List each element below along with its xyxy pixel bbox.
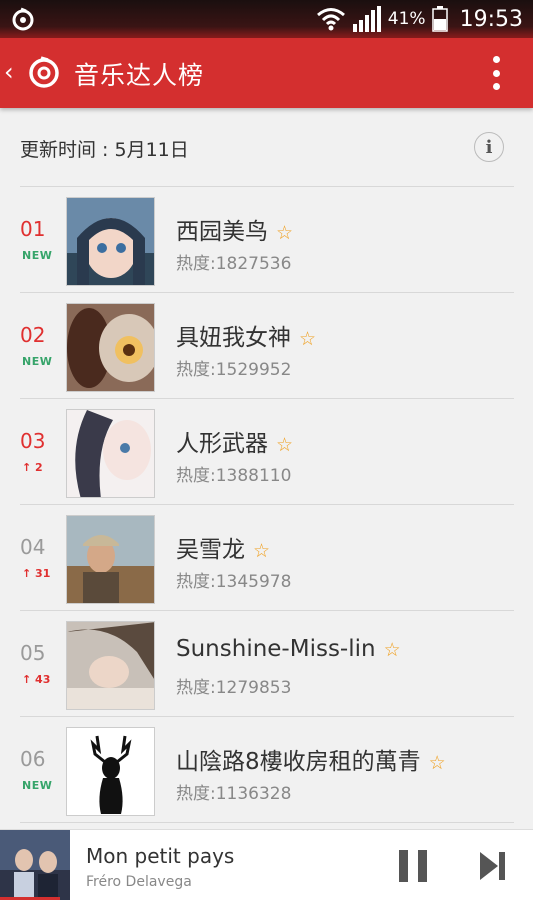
album-cover[interactable] <box>0 830 70 900</box>
heat-value: 热度:1279853 <box>176 678 292 698</box>
list-item[interactable]: 05 ↑ 43 Sunshine-Miss-lin ☆ 热度:1279853 <box>20 611 514 717</box>
next-track-icon[interactable] <box>480 852 506 880</box>
avatar <box>66 727 155 816</box>
user-name[interactable]: 吴雪龙 ☆ <box>176 530 270 564</box>
heat-value: 热度:1136328 <box>176 784 292 804</box>
wifi-icon <box>316 8 345 31</box>
battery-icon <box>431 6 448 32</box>
heat-value: 热度:1529952 <box>176 360 292 380</box>
heat-value: 热度:1827536 <box>176 254 292 274</box>
rank-number: 04 <box>20 535 46 559</box>
avatar <box>66 303 155 392</box>
now-playing-artist: Fréro Delavega <box>86 874 192 890</box>
rank-number: 06 <box>20 747 46 771</box>
new-badge: NEW <box>22 355 53 368</box>
list-item[interactable]: 04 ↑ 31 吴雪龙 ☆ 热度:1345978 <box>20 505 514 611</box>
star-icon: ☆ <box>299 328 317 350</box>
rank-number: 01 <box>20 217 46 241</box>
heat-value: 热度:1388110 <box>176 466 292 486</box>
list-item[interactable]: 03 ↑ 2 人形武器 ☆ 热度:1388110 <box>20 399 514 505</box>
star-icon: ☆ <box>276 434 294 456</box>
user-name[interactable]: Sunshine-Miss-lin ☆ <box>176 636 401 662</box>
info-icon[interactable]: i <box>474 132 504 162</box>
star-icon: ☆ <box>383 639 401 661</box>
pause-button[interactable] <box>399 850 427 882</box>
user-name[interactable]: 山陰路8樓收房租的萬青 ☆ <box>176 742 446 776</box>
list-item[interactable]: 01 NEW 西园美鸟 ☆ 热度:1827536 <box>20 187 514 293</box>
overflow-menu-icon[interactable] <box>491 56 501 90</box>
battery-percent: 41% <box>387 9 426 29</box>
chevron-left-icon[interactable]: ‹ <box>4 58 14 86</box>
mini-player[interactable]: Mon petit pays Fréro Delavega <box>0 829 533 900</box>
rank-up-indicator: ↑ 2 <box>22 461 43 474</box>
star-icon: ☆ <box>253 540 271 562</box>
list-item[interactable]: 02 NEW 具妞我女神 ☆ 热度:1529952 <box>20 293 514 399</box>
rank-number: 05 <box>20 641 46 665</box>
user-name[interactable]: 具妞我女神 ☆ <box>176 318 316 352</box>
page-title: 音乐达人榜 <box>74 61 205 90</box>
rank-number: 02 <box>20 323 46 347</box>
avatar <box>66 621 155 710</box>
rank-up-indicator: ↑ 31 <box>22 567 51 580</box>
now-playing-title: Mon petit pays <box>86 844 235 868</box>
app-notification-icon <box>12 7 34 31</box>
avatar <box>66 197 155 286</box>
user-name[interactable]: 人形武器 ☆ <box>176 424 293 458</box>
user-name[interactable]: 西园美鸟 ☆ <box>176 212 293 246</box>
app-bar: ‹ 音乐达人榜 <box>0 38 533 108</box>
avatar <box>66 409 155 498</box>
list-item[interactable]: 06 NEW 山陰路8樓收房租的萬青 ☆ 热度:1136328 <box>20 717 514 823</box>
heat-value: 热度:1345978 <box>176 572 292 592</box>
signal-icon <box>352 6 381 32</box>
rank-up-indicator: ↑ 43 <box>22 673 51 686</box>
star-icon: ☆ <box>428 752 446 774</box>
star-icon: ☆ <box>276 222 294 244</box>
rank-number: 03 <box>20 429 46 453</box>
clock: 19:53 <box>459 6 523 32</box>
status-bar: 41% 19:53 <box>0 0 533 38</box>
avatar <box>66 515 155 604</box>
netease-music-icon[interactable] <box>26 54 62 90</box>
new-badge: NEW <box>22 779 53 792</box>
update-info: 更新时间 : 5月11日 i <box>20 126 514 170</box>
new-badge: NEW <box>22 249 53 262</box>
update-time: 更新时间 : 5月11日 <box>20 139 189 161</box>
